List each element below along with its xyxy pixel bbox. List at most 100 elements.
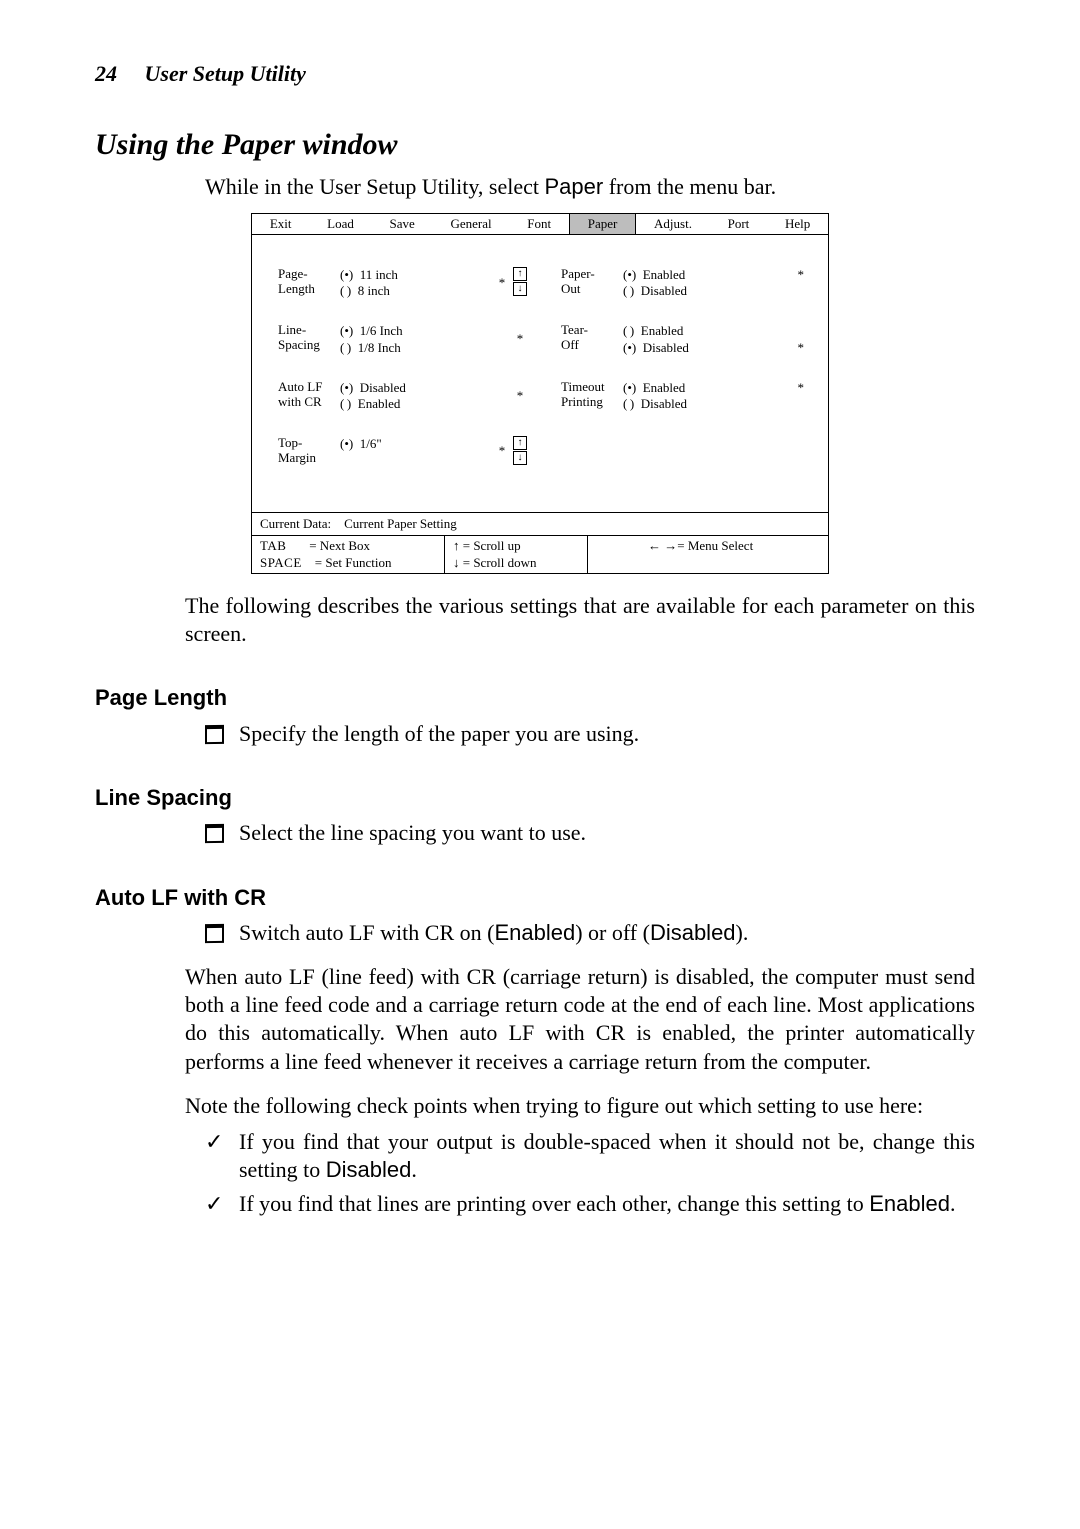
settings-panel: Page-Length(•) 11 inch( ) 8 inch*↑↓Line-… (252, 235, 828, 512)
enabled-keyword: Enabled (494, 920, 575, 945)
arrow-down-icon[interactable]: ↓ (513, 451, 527, 465)
setting-group: Line-Spacing(•) 1/6 Inch( ) 1/8 Inch* (278, 323, 527, 356)
setting-label: TimeoutPrinting (561, 380, 623, 410)
setting-label: Line-Spacing (278, 323, 340, 353)
scroll-arrows[interactable]: ↑↓ (513, 436, 527, 465)
auto-lf-post: ). (736, 920, 749, 945)
setting-options: (•) Disabled( ) Enabled (340, 380, 513, 413)
radio-option[interactable]: ( ) Disabled (623, 396, 810, 412)
intro-post: from the menu bar. (603, 174, 776, 199)
page-number: 24 (95, 61, 117, 86)
menu-item-help[interactable]: Help (767, 214, 828, 234)
setting-options: (•) Enabled*( ) Disabled (623, 267, 810, 300)
menu-item-font[interactable]: Font (509, 214, 569, 234)
checkpoint-1: If you find that your output is double-s… (205, 1128, 975, 1184)
description-paragraph: The following describes the various sett… (185, 592, 975, 648)
status2-cell-keys: TAB = Next Box SPACE = Set Function (252, 536, 445, 573)
menu-bar: ExitLoadSaveGeneralFontPaperAdjust.PortH… (252, 214, 828, 235)
radio-option[interactable]: ( ) Enabled (623, 323, 810, 339)
c2-post: . (950, 1191, 956, 1216)
auto-lf-mid: ) or off ( (575, 920, 650, 945)
c2-keyword: Enabled (869, 1191, 950, 1216)
menu-select-desc: = Menu Select (677, 538, 753, 553)
setting-options: ( ) Enabled(•) Disabled* (623, 323, 810, 356)
line-spacing-heading: Line Spacing (95, 784, 985, 812)
setting-group: Top-Margin(•) 1/6"*↑↓ (278, 436, 527, 466)
radio-option[interactable]: ( ) Enabled (340, 396, 513, 412)
settings-column-left: Page-Length(•) 11 inch( ) 8 inch*↑↓Line-… (278, 267, 527, 490)
status-bar-1: Current Data: Current Paper Setting (252, 512, 828, 535)
radio-option[interactable]: (•) 1/6 Inch (340, 323, 513, 339)
star-marker: * (495, 443, 509, 459)
page-length-item: Specify the length of the paper you are … (205, 720, 975, 748)
down-arrow-icon: ↓ (453, 555, 460, 570)
space-key: SPACE (260, 555, 302, 570)
setting-options: (•) Enabled*( ) Disabled (623, 380, 810, 413)
page: 24 User Setup Utility Using the Paper wi… (0, 0, 1080, 1529)
scroll-arrows[interactable]: ↑↓ (513, 267, 527, 296)
tab-key: TAB (260, 538, 286, 553)
radio-option[interactable]: (•) Enabled* (623, 267, 810, 283)
intro-pre: While in the User Setup Utility, select (205, 174, 545, 199)
auto-lf-list: Switch auto LF with CR on (Enabled) or o… (205, 919, 975, 947)
menu-item-save[interactable]: Save (372, 214, 433, 234)
up-arrow-icon: ↑ (453, 538, 460, 553)
left-arrow-icon: ← (648, 538, 661, 553)
setting-options: (•) 1/6 Inch( ) 1/8 Inch (340, 323, 513, 356)
c1-post: . (411, 1157, 417, 1182)
menu-item-port[interactable]: Port (710, 214, 767, 234)
radio-option[interactable]: (•) Disabled (340, 380, 513, 396)
status1-label: Current Data: (260, 516, 331, 531)
menu-item-general[interactable]: General (433, 214, 510, 234)
setting-label: Auto LFwith CR (278, 380, 340, 410)
radio-option[interactable]: (•) 11 inch (340, 267, 495, 283)
auto-lf-pre: Switch auto LF with CR on ( (239, 920, 494, 945)
setting-group: Paper-Out(•) Enabled*( ) Disabled (561, 267, 810, 300)
radio-option[interactable]: (•) Disabled* (623, 340, 810, 356)
auto-lf-para-1: When auto LF (line feed) with CR (carria… (185, 963, 975, 1076)
menu-item-load[interactable]: Load (309, 214, 371, 234)
setting-label: Page-Length (278, 267, 340, 297)
menu-item-exit[interactable]: Exit (252, 214, 309, 234)
line-spacing-list: Select the line spacing you want to use. (205, 819, 975, 847)
intro-keyword: Paper (545, 174, 604, 199)
setting-options: (•) 1/6" (340, 436, 495, 452)
doc-title: User Setup Utility (145, 61, 306, 86)
status-bar-2: TAB = Next Box SPACE = Set Function ↑ = … (252, 535, 828, 573)
arrow-up-icon[interactable]: ↑ (513, 436, 527, 450)
radio-option[interactable]: ( ) Disabled (623, 283, 810, 299)
c2-pre: If you find that lines are printing over… (239, 1191, 869, 1216)
running-head: 24 User Setup Utility (95, 60, 985, 88)
setting-label: Top-Margin (278, 436, 340, 466)
intro-text: While in the User Setup Utility, select … (205, 173, 985, 201)
arrow-down-icon[interactable]: ↓ (513, 282, 527, 296)
tab-desc: = Next Box (309, 538, 370, 553)
settings-column-right: Paper-Out(•) Enabled*( ) DisabledTear-Of… (561, 267, 810, 490)
menu-item-adjust[interactable]: Adjust. (636, 214, 710, 234)
setting-group: TimeoutPrinting(•) Enabled*( ) Disabled (561, 380, 810, 413)
setting-group: Page-Length(•) 11 inch( ) 8 inch*↑↓ (278, 267, 527, 300)
space-desc: = Set Function (315, 555, 392, 570)
setting-label: Paper-Out (561, 267, 623, 297)
section-heading: Using the Paper window (95, 126, 985, 164)
scroll-down-desc: = Scroll down (463, 555, 537, 570)
checkpoint-2: If you find that lines are printing over… (205, 1190, 975, 1218)
setting-group: Auto LFwith CR(•) Disabled( ) Enabled* (278, 380, 527, 413)
radio-option[interactable]: ( ) 1/8 Inch (340, 340, 513, 356)
star-marker: * (495, 275, 509, 291)
radio-option[interactable]: (•) Enabled* (623, 380, 810, 396)
auto-lf-heading: Auto LF with CR (95, 884, 985, 912)
right-arrow-icon: → (664, 538, 677, 553)
disabled-keyword: Disabled (650, 920, 736, 945)
auto-lf-para-2: Note the following check points when try… (185, 1092, 975, 1120)
page-length-list: Specify the length of the paper you are … (205, 720, 975, 748)
c1-keyword: Disabled (326, 1157, 412, 1182)
status2-cell-menu: ← →= Menu Select (588, 536, 828, 573)
radio-option[interactable]: (•) 1/6" (340, 436, 495, 452)
paper-window: ExitLoadSaveGeneralFontPaperAdjust.PortH… (251, 213, 829, 574)
radio-option[interactable]: ( ) 8 inch (340, 283, 495, 299)
line-spacing-item: Select the line spacing you want to use. (205, 819, 975, 847)
arrow-up-icon[interactable]: ↑ (513, 267, 527, 281)
status2-cell-scroll: ↑ = Scroll up ↓ = Scroll down (445, 536, 588, 573)
menu-item-paper[interactable]: Paper (569, 214, 636, 234)
